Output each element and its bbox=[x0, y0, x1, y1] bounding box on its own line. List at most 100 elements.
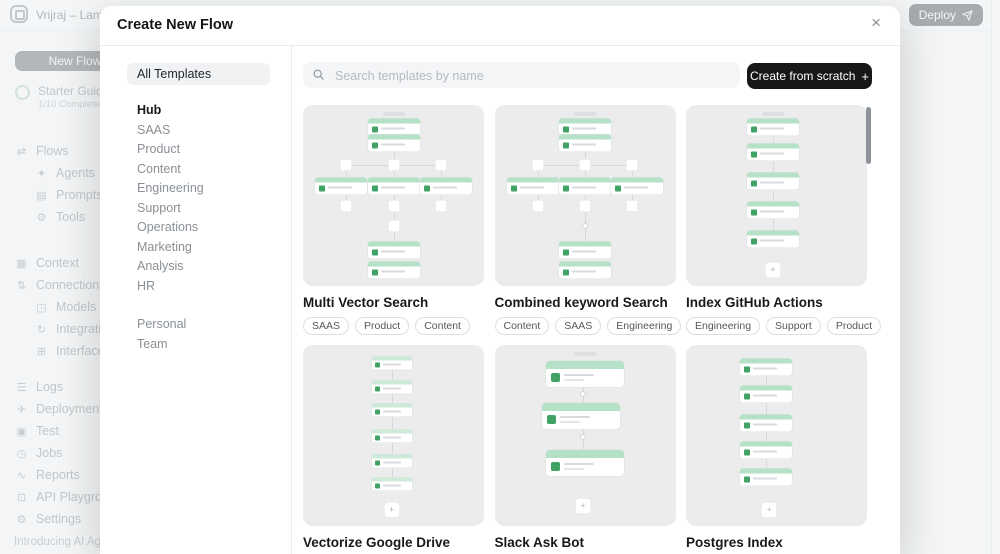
template-thumbnail: + bbox=[303, 345, 484, 526]
category-engineering[interactable]: Engineering bbox=[137, 181, 204, 201]
modal-scrollbar[interactable] bbox=[866, 107, 871, 164]
category-content[interactable]: Content bbox=[137, 162, 204, 182]
category-product[interactable]: Product bbox=[137, 142, 204, 162]
node-icon bbox=[511, 186, 517, 192]
flow-node bbox=[747, 144, 799, 161]
template-card-combined-keyword-search[interactable]: Combined keyword SearchContentSAASEngine… bbox=[495, 105, 676, 345]
node-part bbox=[760, 182, 784, 184]
node-part bbox=[572, 187, 596, 189]
create-new-flow-modal: Create New Flow × All Templates HubSAASP… bbox=[100, 6, 900, 554]
flow-node bbox=[372, 478, 412, 491]
tag-pill-saas[interactable]: SAAS bbox=[303, 317, 349, 335]
template-card-vectorize-google-drive[interactable]: +Vectorize Google Drive bbox=[303, 345, 484, 554]
tag-pill-content[interactable]: Content bbox=[415, 317, 470, 335]
category-list: HubSAASProductContentEngineeringSupportO… bbox=[137, 103, 204, 298]
node-icon bbox=[551, 462, 560, 471]
flow-dot-node bbox=[582, 223, 588, 229]
node-part bbox=[747, 144, 799, 149]
template-search bbox=[303, 62, 740, 88]
category-support[interactable]: Support bbox=[137, 201, 204, 221]
node-part bbox=[740, 358, 792, 363]
template-card-slack-ask-bot[interactable]: + Slack Ask Bot bbox=[495, 345, 676, 554]
node-part bbox=[747, 173, 799, 178]
flow-node bbox=[740, 469, 792, 486]
template-grid: Multi Vector SearchSAASProductContentCom… bbox=[303, 105, 868, 554]
node-part bbox=[368, 261, 420, 266]
create-from-scratch-button[interactable]: Create from scratch + bbox=[747, 63, 872, 89]
flow-sq-node bbox=[435, 159, 446, 170]
template-title: Postgres Index bbox=[686, 535, 867, 550]
tag-pill-content[interactable]: Content bbox=[495, 317, 550, 335]
category-saas[interactable]: SAAS bbox=[137, 123, 204, 143]
node-part bbox=[572, 144, 596, 146]
node-part bbox=[381, 127, 405, 129]
flow-node bbox=[559, 135, 611, 152]
template-title: Slack Ask Bot bbox=[495, 535, 676, 550]
flow-node bbox=[740, 358, 792, 375]
modal-header: Create New Flow × bbox=[100, 6, 900, 46]
node-icon bbox=[375, 410, 380, 415]
node-icon bbox=[744, 422, 750, 428]
node-part bbox=[760, 153, 784, 155]
flow-dot-node bbox=[580, 434, 586, 440]
template-card-postgres-index[interactable]: + Postgres Index bbox=[686, 345, 867, 554]
template-thumbnail: + bbox=[495, 345, 676, 526]
flow-sq-node bbox=[580, 159, 591, 170]
search-input[interactable] bbox=[333, 62, 732, 90]
template-thumbnail: + bbox=[686, 345, 867, 526]
modal-divider bbox=[291, 46, 292, 554]
flow-node bbox=[420, 178, 472, 195]
node-part bbox=[564, 379, 584, 382]
node-icon bbox=[375, 363, 380, 368]
node-part bbox=[760, 127, 784, 129]
flow-sq-node bbox=[532, 159, 543, 170]
node-part bbox=[559, 118, 611, 123]
node-part bbox=[740, 385, 792, 390]
node-part bbox=[315, 178, 367, 183]
template-card-multi-vector-search[interactable]: Multi Vector SearchSAASProductContent bbox=[303, 105, 484, 345]
flow-node bbox=[542, 403, 620, 429]
flow-lbl-node bbox=[574, 352, 596, 356]
category-team[interactable]: Team bbox=[137, 337, 186, 357]
template-card-index-github-actions[interactable]: +Index GitHub ActionsEngineeringSupportP… bbox=[686, 105, 867, 345]
flow-plus-node: + bbox=[762, 502, 777, 517]
node-icon bbox=[751, 126, 757, 132]
node-icon bbox=[744, 366, 750, 372]
flow-node bbox=[611, 178, 663, 195]
tag-pill-saas[interactable]: SAAS bbox=[555, 317, 601, 335]
tag-pill-support[interactable]: Support bbox=[766, 317, 821, 335]
node-part bbox=[740, 414, 792, 419]
search-icon bbox=[312, 68, 325, 86]
node-part bbox=[572, 250, 596, 252]
node-part bbox=[381, 250, 405, 252]
category-operations[interactable]: Operations bbox=[137, 220, 204, 240]
tag-pill-engineering[interactable]: Engineering bbox=[607, 317, 681, 335]
category-hr[interactable]: HR bbox=[137, 279, 204, 299]
tag-pill-product[interactable]: Product bbox=[827, 317, 881, 335]
tag-pill-product[interactable]: Product bbox=[355, 317, 409, 335]
category-hub[interactable]: Hub bbox=[137, 103, 204, 123]
node-part bbox=[572, 270, 596, 272]
tag-pill-engineering[interactable]: Engineering bbox=[686, 317, 760, 335]
category-marketing[interactable]: Marketing bbox=[137, 240, 204, 260]
node-part bbox=[546, 361, 624, 369]
category-personal[interactable]: Personal bbox=[137, 317, 186, 337]
flow-node bbox=[546, 450, 624, 476]
node-part bbox=[368, 135, 420, 140]
node-part bbox=[383, 364, 401, 366]
node-icon bbox=[319, 186, 325, 192]
node-part bbox=[383, 461, 401, 463]
node-part bbox=[372, 357, 412, 361]
flow-plus-node: + bbox=[765, 262, 780, 277]
flow-node bbox=[372, 404, 412, 417]
flow-node bbox=[740, 441, 792, 458]
all-templates-filter[interactable]: All Templates bbox=[127, 63, 270, 85]
close-icon[interactable]: × bbox=[871, 14, 881, 31]
modal-title: Create New Flow bbox=[117, 17, 233, 33]
flow-node bbox=[559, 241, 611, 258]
node-icon bbox=[372, 126, 378, 132]
template-tags: EngineeringSupportProduct bbox=[686, 317, 867, 335]
node-icon bbox=[563, 143, 569, 149]
node-part bbox=[747, 118, 799, 123]
category-analysis[interactable]: Analysis bbox=[137, 259, 204, 279]
